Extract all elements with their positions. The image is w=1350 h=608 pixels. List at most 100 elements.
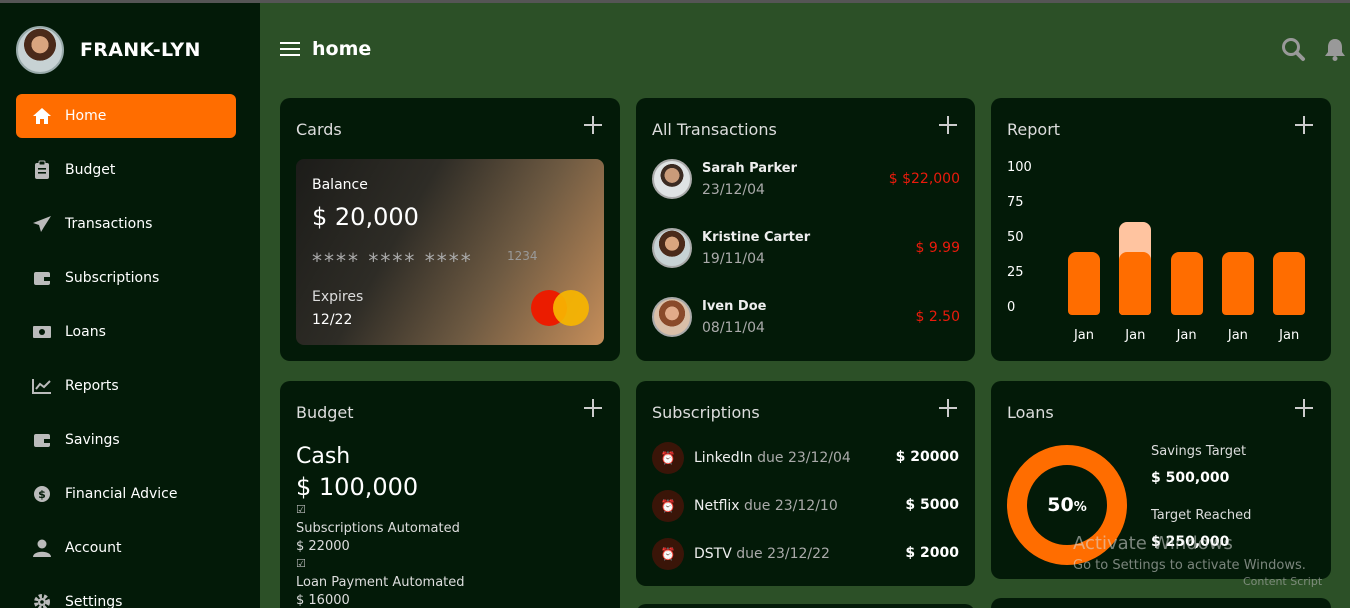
- subscription-name: LinkedIn: [694, 450, 753, 466]
- search-icon[interactable]: [1280, 36, 1306, 62]
- wallet-icon: [32, 430, 52, 450]
- transactions-title: All Transactions: [652, 120, 777, 139]
- subscription-name: Netflix: [694, 498, 740, 514]
- subscription-amount: $ 20000: [895, 449, 959, 465]
- transactions-panel: All Transactions Sarah Parker 23/12/04 $…: [636, 98, 975, 361]
- transaction-amount: $ $22,000: [888, 171, 960, 187]
- watermark-title: Activate Windows: [1073, 533, 1233, 554]
- y-tick-label: 50: [1007, 230, 1024, 245]
- watermark-subtitle: Go to Settings to activate Windows.: [1073, 558, 1306, 573]
- sidebar-item-account[interactable]: Account: [16, 526, 236, 570]
- add-subscription-button[interactable]: [939, 399, 957, 417]
- checkbox-icon[interactable]: ☑: [296, 503, 306, 516]
- credit-card[interactable]: Balance $ 20,000 **** **** **** 1234 Exp…: [296, 159, 604, 345]
- transaction-date: 19/11/04: [702, 251, 765, 267]
- sidebar-item-reports[interactable]: Reports: [16, 364, 236, 408]
- bell-icon[interactable]: [1322, 36, 1348, 62]
- sidebar-item-label: Loans: [65, 324, 106, 340]
- subscription-due: due 23/12/04: [757, 450, 851, 466]
- checkbox-icon[interactable]: ☑: [296, 557, 306, 570]
- expires-label: Expires: [312, 289, 364, 305]
- card-number-masked: **** **** ****: [312, 249, 473, 273]
- sidebar-item-label: Budget: [65, 162, 116, 178]
- transaction-row[interactable]: Iven Doe 08/11/04 $ 2.50: [652, 297, 960, 339]
- budget-item-value: $ 22000: [296, 539, 350, 554]
- sidebar-nav: Home Budget Transactions Subscriptions L…: [16, 94, 236, 608]
- report-panel: Report 100 75 50 25 0 Jan Jan Jan Jan Jan: [991, 98, 1331, 361]
- svg-text:$: $: [38, 488, 46, 501]
- line-chart-icon: [32, 376, 52, 396]
- sidebar-item-subscriptions[interactable]: Subscriptions: [16, 256, 236, 300]
- balance-amount: $ 20,000: [312, 203, 419, 231]
- x-tick-label: Jan: [1279, 328, 1300, 343]
- money-bill-icon: [32, 322, 52, 342]
- alarm-icon: ⏰: [652, 538, 684, 570]
- wallet-icon: [32, 268, 52, 288]
- y-tick-label: 100: [1007, 160, 1032, 175]
- chart-bar[interactable]: [1221, 252, 1254, 315]
- avatar: [652, 159, 692, 199]
- sidebar-item-home[interactable]: Home: [16, 94, 236, 138]
- menu-toggle-icon[interactable]: [280, 42, 300, 56]
- y-tick-label: 25: [1007, 265, 1024, 280]
- transaction-amount: $ 2.50: [915, 309, 960, 325]
- sidebar-item-label: Subscriptions: [65, 270, 160, 286]
- clipboard-icon: [32, 160, 52, 180]
- sidebar-item-financial-advice[interactable]: $ Financial Advice: [16, 472, 236, 516]
- avatar: [652, 228, 692, 268]
- subscription-amount: $ 5000: [905, 497, 959, 513]
- add-card-button[interactable]: [584, 116, 602, 134]
- sidebar-item-savings[interactable]: Savings: [16, 418, 236, 462]
- savings-target-label: Savings Target: [1151, 444, 1247, 459]
- transaction-name: Sarah Parker: [702, 161, 797, 176]
- subscription-row[interactable]: ⏰ Netflix due 23/12/10 $ 5000: [652, 490, 959, 522]
- budget-item-label: Loan Payment Automated: [296, 575, 465, 590]
- budget-panel: Budget Cash $ 100,000 ☑ Subscriptions Au…: [280, 381, 620, 608]
- transaction-date: 23/12/04: [702, 182, 765, 198]
- sidebar-item-settings[interactable]: Settings: [16, 580, 236, 608]
- header-actions: [1264, 36, 1348, 62]
- chart-bar[interactable]: [1170, 252, 1203, 315]
- report-title: Report: [1007, 120, 1061, 139]
- chart-bar[interactable]: [1119, 252, 1152, 315]
- chart-bar[interactable]: [1068, 252, 1100, 315]
- page-title: home: [312, 38, 372, 60]
- subscription-row[interactable]: ⏰ LinkedIn due 23/12/04 $ 20000: [652, 442, 959, 474]
- sidebar-item-label: Reports: [65, 378, 119, 394]
- sidebar: FRANK-LYN Home Budget Transactions Subsc…: [0, 3, 260, 608]
- sidebar-item-label: Home: [65, 108, 107, 124]
- add-report-button[interactable]: [1295, 116, 1313, 134]
- sidebar-item-transactions[interactable]: Transactions: [16, 202, 236, 246]
- cash-amount: $ 100,000: [296, 473, 419, 501]
- watermark-script: Content Script: [1243, 575, 1323, 588]
- x-tick-label: Jan: [1125, 328, 1146, 343]
- sidebar-item-loans[interactable]: Loans: [16, 310, 236, 354]
- sidebar-item-budget[interactable]: Budget: [16, 148, 236, 192]
- add-loan-button[interactable]: [1295, 399, 1313, 417]
- transaction-amount: $ 9.99: [915, 240, 960, 256]
- subscriptions-title: Subscriptions: [652, 403, 760, 422]
- sidebar-item-label: Savings: [65, 432, 120, 448]
- transaction-row[interactable]: Kristine Carter 19/11/04 $ 9.99: [652, 228, 960, 270]
- add-budget-button[interactable]: [584, 399, 602, 417]
- card-last-digits: 1234: [507, 249, 538, 263]
- alarm-icon: ⏰: [652, 490, 684, 522]
- percent-sign: %: [1073, 500, 1087, 515]
- subscription-row[interactable]: ⏰ DSTV due 23/12/22 $ 2000: [652, 538, 959, 570]
- balance-label: Balance: [312, 177, 368, 193]
- chart-bar[interactable]: [1273, 252, 1306, 315]
- savings-target-value: $ 500,000: [1151, 470, 1230, 486]
- profile[interactable]: FRANK-LYN: [16, 26, 201, 74]
- transaction-row[interactable]: Sarah Parker 23/12/04 $ $22,000: [652, 159, 960, 201]
- x-tick-label: Jan: [1176, 328, 1197, 343]
- add-transaction-button[interactable]: [939, 116, 957, 134]
- mastercard-logo-icon: [531, 289, 591, 327]
- sidebar-item-label: Transactions: [65, 216, 153, 232]
- cash-label: Cash: [296, 444, 351, 469]
- sidebar-item-label: Account: [65, 540, 122, 556]
- x-tick-label: Jan: [1227, 328, 1248, 343]
- avatar[interactable]: [16, 26, 64, 74]
- y-tick-label: 75: [1007, 195, 1024, 210]
- partial-panel: [636, 604, 975, 608]
- loans-title: Loans: [1007, 403, 1054, 422]
